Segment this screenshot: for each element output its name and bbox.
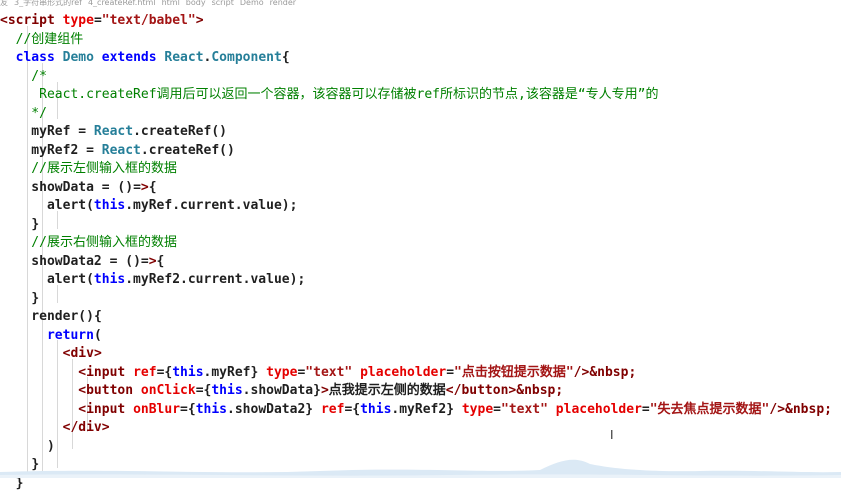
code-line[interactable]: /* [0, 68, 841, 87]
code-line[interactable]: //创建组件 [0, 31, 841, 50]
i-beam-cursor-icon: I [610, 428, 617, 441]
code-line[interactable]: React.createRef调用后可以返回一个容器，该容器可以存储被ref所标… [0, 86, 841, 105]
breadcrumb-item[interactable]: html [162, 0, 180, 7]
code-line[interactable]: } [0, 456, 841, 475]
breadcrumb-item[interactable]: body [186, 0, 206, 7]
code-line[interactable]: showData = ()=>{ [0, 179, 841, 198]
breadcrumb-item[interactable]: script [212, 0, 234, 7]
code-line[interactable]: <button onClick={this.showData}>点我提示左侧的数… [0, 382, 841, 401]
code-line[interactable]: <input ref={this.myRef} type="text" plac… [0, 364, 841, 383]
code-line[interactable]: alert(this.myRef.current.value); [0, 197, 841, 216]
code-line[interactable]: showData2 = ()=>{ [0, 253, 841, 272]
code-line[interactable]: myRef = React.createRef() [0, 123, 841, 142]
code-line[interactable]: //展示右侧输入框的数据 [0, 234, 841, 253]
code-editor[interactable]: <script type="text/babel"> //创建组件 class … [0, 8, 841, 478]
code-line-closing[interactable]: } [0, 475, 841, 493]
breadcrumb[interactable]: 友 3_字符串形式的ref 4_createRef.html html body scri… [0, 0, 841, 7]
code-line[interactable]: } [0, 216, 841, 235]
breadcrumb-item[interactable]: 友 [0, 0, 8, 7]
code-line[interactable]: <script type="text/babel"> [0, 12, 841, 31]
breadcrumb-item[interactable]: render [270, 0, 296, 7]
breadcrumb-item[interactable]: Demo [240, 0, 264, 7]
breadcrumb-item[interactable]: 3_字符串形式的ref [14, 0, 82, 7]
code-line[interactable]: <input onBlur={this.showData2} ref={this… [0, 401, 841, 420]
code-line[interactable]: render(){ [0, 308, 841, 327]
code-line[interactable]: class Demo extends React.Component{ [0, 49, 841, 68]
breadcrumb-item[interactable]: 4_createRef.html [88, 0, 156, 7]
code-line[interactable]: <div> [0, 345, 841, 364]
code-line[interactable]: } [0, 290, 841, 309]
code-line[interactable]: alert(this.myRef2.current.value); [0, 271, 841, 290]
code-line[interactable]: return( [0, 327, 841, 346]
code-line[interactable]: </div> [0, 419, 841, 438]
code-line[interactable]: */ [0, 105, 841, 124]
code-line[interactable]: myRef2 = React.createRef() [0, 142, 841, 161]
code-line[interactable]: ) [0, 438, 841, 457]
code-line[interactable]: //展示左侧输入框的数据 [0, 160, 841, 179]
